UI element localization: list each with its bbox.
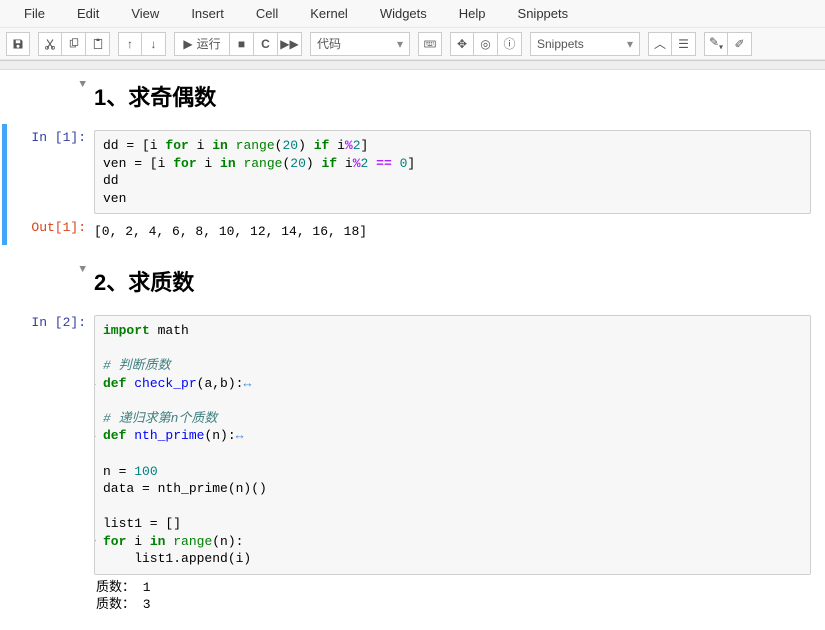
output-text-1: [0, 2, 4, 6, 8, 10, 12, 14, 16, 18] — [94, 220, 811, 239]
cut-icon — [44, 38, 56, 50]
move-up-button[interactable]: ↑ — [118, 32, 142, 56]
collapse-button[interactable]: ︿ — [648, 32, 672, 56]
menu-snippets[interactable]: Snippets — [502, 2, 585, 25]
cut-button[interactable] — [38, 32, 62, 56]
stop-button[interactable]: ■ — [230, 32, 254, 56]
menu-kernel[interactable]: Kernel — [294, 2, 364, 25]
run-button[interactable]: ▶运行 — [174, 32, 230, 56]
move-icon: ✥ — [457, 37, 467, 51]
copy-button[interactable] — [62, 32, 86, 56]
eraser-icon: ✐ — [734, 37, 744, 51]
keyboard-icon — [424, 38, 436, 50]
menu-insert[interactable]: Insert — [175, 2, 240, 25]
run-all-button[interactable]: ▶▶ — [278, 32, 302, 56]
fast-forward-icon: ▶▶ — [280, 37, 298, 51]
markdown-cell-1[interactable]: ▼ 1、求奇偶数 — [0, 70, 825, 124]
heading-1: 1、求奇偶数 — [94, 80, 811, 112]
paste-icon — [92, 38, 104, 50]
menu-view[interactable]: View — [115, 2, 175, 25]
collapse-toggle-icon[interactable]: ▼ — [79, 264, 86, 276]
list-icon: ☰ — [678, 37, 689, 51]
input-prompt: In [2]: — [31, 315, 86, 330]
menu-bar: File Edit View Insert Cell Kernel Widget… — [0, 0, 825, 28]
cell-type-select[interactable]: 代码 — [310, 32, 410, 56]
target-icon: ◎ — [480, 37, 490, 51]
command-palette-button[interactable] — [418, 32, 442, 56]
menu-help[interactable]: Help — [443, 2, 502, 25]
save-button[interactable] — [6, 32, 30, 56]
eraser-button[interactable]: ✐ — [728, 32, 752, 56]
move-down-button[interactable]: ↓ — [142, 32, 166, 56]
nbext-button-2[interactable]: ◎ — [474, 32, 498, 56]
notebook-separator — [0, 60, 825, 70]
snippets-select[interactable]: Snippets — [530, 32, 640, 56]
code-input-1[interactable]: dd = [i for i in range(20) if i%2] ven =… — [94, 130, 811, 214]
stop-icon: ■ — [238, 37, 245, 51]
tool-bar: ↑ ↓ ▶运行 ■ C ▶▶ 代码 ✥ ◎ ⓘ Snippets ︿ ☰ ✎▾ … — [0, 28, 825, 60]
restart-icon: C — [261, 37, 270, 51]
toc-button[interactable]: ☰ — [672, 32, 696, 56]
brush-icon: ✎▾ — [709, 35, 723, 51]
brush-button[interactable]: ✎▾ — [704, 32, 728, 56]
save-icon — [12, 38, 24, 50]
output-cell-1: Out[1]: [0, 2, 4, 6, 8, 10, 12, 14, 16, … — [0, 220, 825, 245]
code-cell-1[interactable]: In [1]: dd = [i for i in range(20) if i%… — [0, 124, 825, 220]
menu-edit[interactable]: Edit — [61, 2, 115, 25]
nbext-button-3[interactable]: ⓘ — [498, 32, 522, 56]
collapse-toggle-icon[interactable]: ▼ — [79, 79, 86, 91]
info-icon: ⓘ — [503, 35, 515, 52]
code-cell-2[interactable]: In [2]: import math # 判断质数 ▸def check_pr… — [0, 309, 825, 620]
menu-widgets[interactable]: Widgets — [364, 2, 443, 25]
markdown-cell-2[interactable]: ▼ 2、求质数 — [0, 255, 825, 309]
nbext-button-1[interactable]: ✥ — [450, 32, 474, 56]
arrow-down-icon: ↓ — [151, 37, 157, 51]
heading-2: 2、求质数 — [94, 265, 811, 297]
paste-button[interactable] — [86, 32, 110, 56]
copy-icon — [68, 38, 80, 50]
code-input-2[interactable]: import math # 判断质数 ▸def check_pr(a,b):↔ … — [94, 315, 811, 575]
play-icon: ▶ — [183, 37, 192, 51]
code-fold-icon[interactable]: ↔ — [236, 428, 244, 443]
menu-cell[interactable]: Cell — [240, 2, 294, 25]
output-prompt: Out[1]: — [31, 220, 86, 235]
code-fold-icon[interactable]: ↔ — [243, 376, 251, 391]
restart-button[interactable]: C — [254, 32, 278, 56]
arrow-up-icon: ↑ — [127, 37, 133, 51]
input-prompt: In [1]: — [31, 130, 86, 145]
notebook-container: ▼ 1、求奇偶数 In [1]: dd = [i for i in range(… — [0, 70, 825, 630]
stream-output-2: 质数： 1 质数： 3 — [94, 575, 811, 614]
menu-file[interactable]: File — [8, 2, 61, 25]
chevron-up-icon: ︿ — [654, 35, 666, 52]
